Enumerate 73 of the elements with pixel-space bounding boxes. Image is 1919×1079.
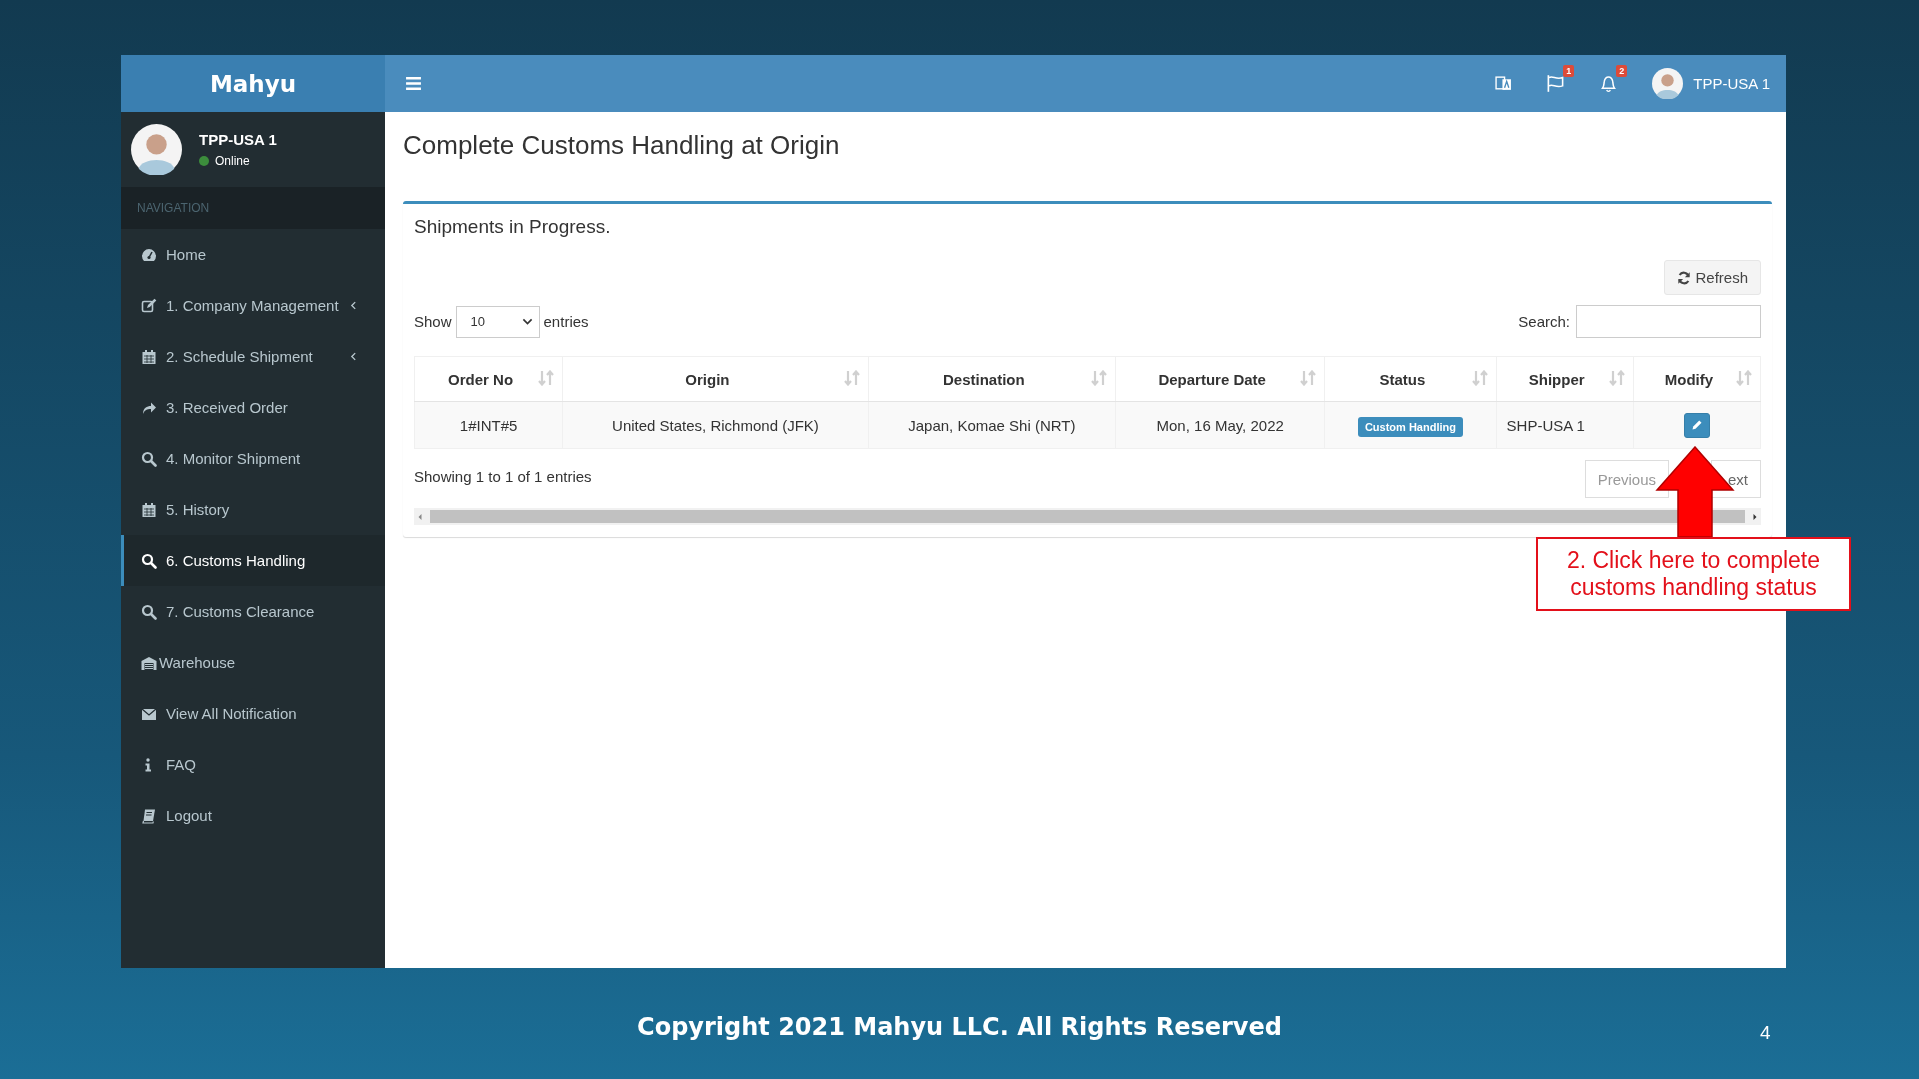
sort-icon [843,370,860,386]
user-menu[interactable]: TPP-USA 1 [1652,68,1770,99]
sidebar-item[interactable]: Logout [121,790,385,841]
sidebar-item[interactable]: View All Notification [121,688,385,739]
nav-section-header: NAVIGATION [121,187,385,229]
search-icon [141,603,157,620]
column-header[interactable]: Status [1324,356,1497,402]
gauge-icon [141,246,157,263]
refresh-icon [1677,270,1692,285]
copyright-text: Copyright 2021 Mahyu LLC. All Rights Reserved [637,1013,1282,1041]
sidebar-item[interactable]: 7. Customs Clearance [121,586,385,637]
show-label: Show [414,313,452,330]
sort-icon [1736,370,1752,386]
slide-number: 4 [1760,1022,1771,1044]
calendar-icon [141,348,157,365]
page-size-select[interactable]: 10 [455,305,540,338]
entries-label: entries [543,313,589,330]
warehouse-icon [141,654,157,671]
calendar-icon [141,501,157,518]
status-dot [199,156,209,166]
sort-icon [1091,370,1108,386]
callout-text: 2. Click here to complete customs handling status [1536,537,1851,611]
menu-icon [405,75,422,92]
search-icon [141,450,157,467]
bell-icon[interactable] [1599,74,1619,93]
column-header[interactable]: Shipper [1496,356,1634,402]
table-info: Showing 1 to 1 of 1 entries [414,468,592,485]
user-name: TPP-USA 1 [199,131,277,148]
column-header[interactable]: Order No [414,356,563,402]
panel-title: Shipments in Progress. [414,216,611,238]
edit-button[interactable] [1683,412,1710,438]
sidebar-item[interactable]: Warehouse [121,637,385,688]
flag-icon[interactable] [1546,74,1566,93]
horizontal-scrollbar[interactable] [414,508,1761,525]
notification-badge: 1 [1563,65,1575,77]
search-field[interactable] [1576,305,1761,338]
sort-icon [1471,370,1488,386]
column-header[interactable]: Modify [1633,356,1761,402]
search-label: Search: [1518,313,1570,330]
sidebar-item[interactable]: 4. Monitor Shipment [121,433,385,484]
user-avatar [131,124,182,175]
user-status: Online [215,154,250,168]
sidebar-item[interactable]: 5. History [121,484,385,535]
column-header[interactable]: Origin [562,356,869,402]
edit-icon [141,297,157,314]
table-cell: SHP-USA 1 [1496,401,1634,449]
table-cell: 1#INT#5 [414,401,563,449]
notification-badge: 2 [1616,65,1628,77]
sort-icon [1300,370,1317,386]
chevron-down-icon [521,316,533,327]
table-cell: United States, Richmond (JFK) [562,401,869,449]
table-cell: Japan, Komae Shi (NRT) [868,401,1116,449]
sidebar-item[interactable]: 2. Schedule Shipment [121,331,385,382]
refresh-button[interactable]: Refresh [1664,260,1761,295]
column-header[interactable]: Destination [868,356,1116,402]
sidebar-item[interactable]: 1. Company Management [121,280,385,331]
table-cell: Mon, 16 May, 2022 [1115,401,1325,449]
user-avatar [1652,68,1684,99]
pencil-icon [1690,419,1703,431]
column-header[interactable]: Departure Date [1115,356,1325,402]
page-title: Complete Customs Handling at Origin [403,130,840,161]
search-icon [141,552,157,569]
book-icon [141,807,157,824]
user-name: TPP-USA 1 [1693,75,1770,92]
sidebar-item[interactable]: Home [121,229,385,280]
translate-icon[interactable] [1495,75,1513,92]
sidebar-item[interactable]: 6. Customs Handling [121,535,385,586]
sidebar-item[interactable]: 3. Received Order [121,382,385,433]
sort-icon [1608,370,1625,386]
status-badge: Custom Handling [1357,416,1463,437]
sort-icon [538,370,555,386]
sidebar-item[interactable]: FAQ [121,739,385,790]
app-logo[interactable]: Mahyu [121,55,385,112]
